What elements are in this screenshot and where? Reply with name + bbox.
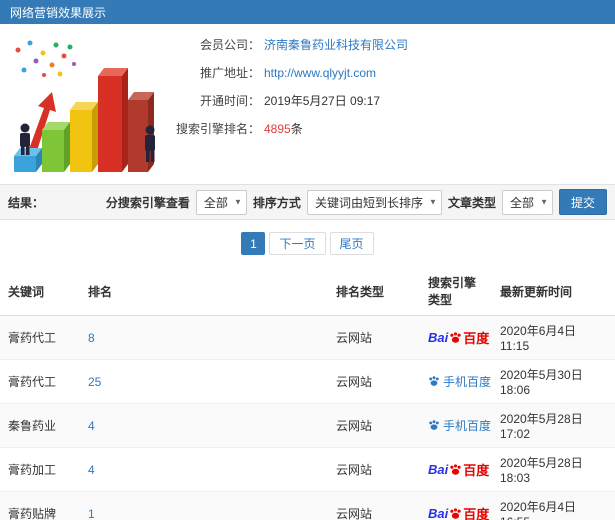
company-link[interactable]: 济南秦鲁药业科技有限公司: [264, 38, 408, 52]
rank-count-label: 搜索引擎排名：: [175, 122, 260, 136]
baidu-logo-bai: Bai: [428, 330, 449, 345]
table-row: 膏药贴牌 1 云网站 Bai 百度 2020年6月4日 16:55: [0, 491, 615, 520]
page-title: 网络营销效果展示: [10, 5, 107, 20]
engine-cell: 手机百度: [420, 359, 492, 404]
company-label: 会员公司：: [199, 38, 260, 52]
header-keyword: 关键词: [0, 267, 80, 316]
updated-cell: 2020年6月4日 16:55: [492, 491, 615, 520]
article-type-value: 全部: [509, 195, 534, 210]
sort-select[interactable]: 关键词由短到长排序 ▼: [306, 189, 442, 215]
header-updated: 最新更新时间: [492, 267, 615, 316]
rank-count-value: 4895: [264, 122, 291, 136]
ranking-table: 关键词 排名 排名类型 搜索引擎类型 最新更新时间 膏药代工 8 云网站 Bai…: [0, 267, 615, 520]
company-info-rows: 会员公司： 济南秦鲁药业科技有限公司 推广地址： http://www.qlyy…: [168, 34, 615, 184]
rank-type-cell: 云网站: [328, 315, 420, 360]
result-label: 结果：: [8, 195, 45, 210]
updated-cell: 2020年6月4日 11:15: [492, 315, 615, 360]
baidu-logo-cn: 百度: [463, 463, 490, 478]
table-row: 膏药代工 8 云网站 Bai 百度 2020年6月4日 11:15: [0, 315, 615, 360]
rank-link[interactable]: 25: [88, 375, 101, 389]
baidu-paw-icon: [449, 507, 462, 520]
rank-type-cell: 云网站: [328, 359, 420, 404]
engine-cell: 手机百度: [420, 403, 492, 448]
baidu-logo-bai: Bai: [428, 506, 449, 520]
mobile-baidu-paw-icon: [428, 419, 440, 431]
submit-button[interactable]: 提交: [558, 189, 607, 215]
table-body: 膏药代工 8 云网站 Bai 百度 2020年6月4日 11:15 膏药代工 2…: [0, 315, 615, 520]
marketing-chart-illustration: [0, 34, 168, 184]
engine-cell: Bai 百度: [420, 447, 492, 492]
chevron-down-icon: ▼: [234, 197, 242, 207]
table-header-row: 关键词 排名 排名类型 搜索引擎类型 最新更新时间: [0, 267, 615, 316]
rank-link[interactable]: 4: [88, 419, 95, 433]
keyword-cell: 膏药加工: [0, 447, 80, 492]
baidu-logo: Bai 百度: [428, 460, 489, 479]
baidu-logo-cn: 百度: [463, 331, 490, 346]
chevron-down-icon: ▼: [540, 197, 548, 207]
filter-bar: 结果： 分搜索引擎查看 全部 ▼ 排序方式 关键词由短到长排序 ▼ 文章类型 全…: [0, 184, 615, 220]
baidu-paw-icon: [449, 331, 462, 344]
rank-link[interactable]: 8: [88, 331, 95, 345]
baidu-logo: Bai 百度: [428, 504, 489, 520]
rank-type-cell: 云网站: [328, 403, 420, 448]
page-1-button[interactable]: 1: [241, 232, 266, 255]
keyword-cell: 膏药代工: [0, 315, 80, 360]
mobile-baidu-logo: 手机百度: [428, 417, 491, 434]
open-time-label: 开通时间：: [199, 94, 260, 108]
rank-link[interactable]: 4: [88, 463, 95, 477]
company-info-panel: 会员公司： 济南秦鲁药业科技有限公司 推广地址： http://www.qlyy…: [0, 24, 615, 184]
engine-cell: Bai 百度: [420, 491, 492, 520]
mobile-baidu-label: 手机百度: [443, 418, 492, 433]
chevron-down-icon: ▼: [429, 197, 437, 207]
info-row-company: 会员公司： 济南秦鲁药业科技有限公司: [168, 38, 615, 52]
baidu-paw-icon: [449, 463, 462, 476]
engine-select-value: 全部: [203, 195, 228, 210]
rank-type-cell: 云网站: [328, 491, 420, 520]
mobile-baidu-paw-icon: [428, 375, 440, 387]
baidu-logo-bai: Bai: [428, 462, 449, 477]
mobile-baidu-label: 手机百度: [443, 374, 492, 389]
info-row-rank-count: 搜索引擎排名： 4895条: [168, 122, 615, 136]
baidu-logo: Bai 百度: [428, 328, 489, 347]
updated-cell: 2020年5月30日 18:06: [492, 359, 615, 404]
keyword-cell: 膏药代工: [0, 359, 80, 404]
updated-cell: 2020年5月28日 17:02: [492, 403, 615, 448]
sort-select-value: 关键词由短到长排序: [314, 195, 423, 210]
engine-cell: Bai 百度: [420, 315, 492, 360]
article-type-select[interactable]: 全部 ▼: [501, 189, 553, 215]
updated-cell: 2020年5月28日 18:03: [492, 447, 615, 492]
baidu-logo-cn: 百度: [463, 507, 490, 520]
next-page-button[interactable]: 下一页: [269, 232, 326, 255]
engine-select[interactable]: 全部 ▼: [195, 189, 247, 215]
table-row: 秦鲁药业 4 云网站 手机百度 2020年5月28日 17:02: [0, 403, 615, 448]
info-row-open-time: 开通时间： 2019年5月27日 09:17: [168, 94, 615, 108]
keyword-cell: 秦鲁药业: [0, 403, 80, 448]
open-time-value: 2019年5月27日 09:17: [264, 94, 381, 108]
table-row: 膏药代工 25 云网站 手机百度 2020年5月30日 18:06: [0, 359, 615, 404]
url-label: 推广地址：: [199, 66, 260, 80]
pagination: 1 下一页 尾页: [0, 220, 615, 267]
header-engine-type: 搜索引擎类型: [420, 267, 492, 316]
titlebar: 网络营销效果展示: [0, 0, 615, 24]
last-page-button[interactable]: 尾页: [329, 232, 374, 255]
engine-filter-label: 分搜索引擎查看: [105, 195, 190, 210]
mobile-baidu-logo: 手机百度: [428, 373, 491, 390]
sort-filter-label: 排序方式: [252, 195, 301, 210]
table-row: 膏药加工 4 云网站 Bai 百度 2020年5月28日 18:03: [0, 447, 615, 492]
rank-type-cell: 云网站: [328, 447, 420, 492]
article-type-label: 文章类型: [447, 195, 496, 210]
header-rank: 排名: [80, 267, 328, 316]
rank-count-suffix: 条: [290, 122, 303, 136]
header-rank-type: 排名类型: [328, 267, 420, 316]
promotion-url-link[interactable]: http://www.qlyyjt.com: [264, 66, 376, 80]
keyword-cell: 膏药贴牌: [0, 491, 80, 520]
rank-link[interactable]: 1: [88, 507, 95, 520]
info-row-url: 推广地址： http://www.qlyyjt.com: [168, 66, 615, 80]
